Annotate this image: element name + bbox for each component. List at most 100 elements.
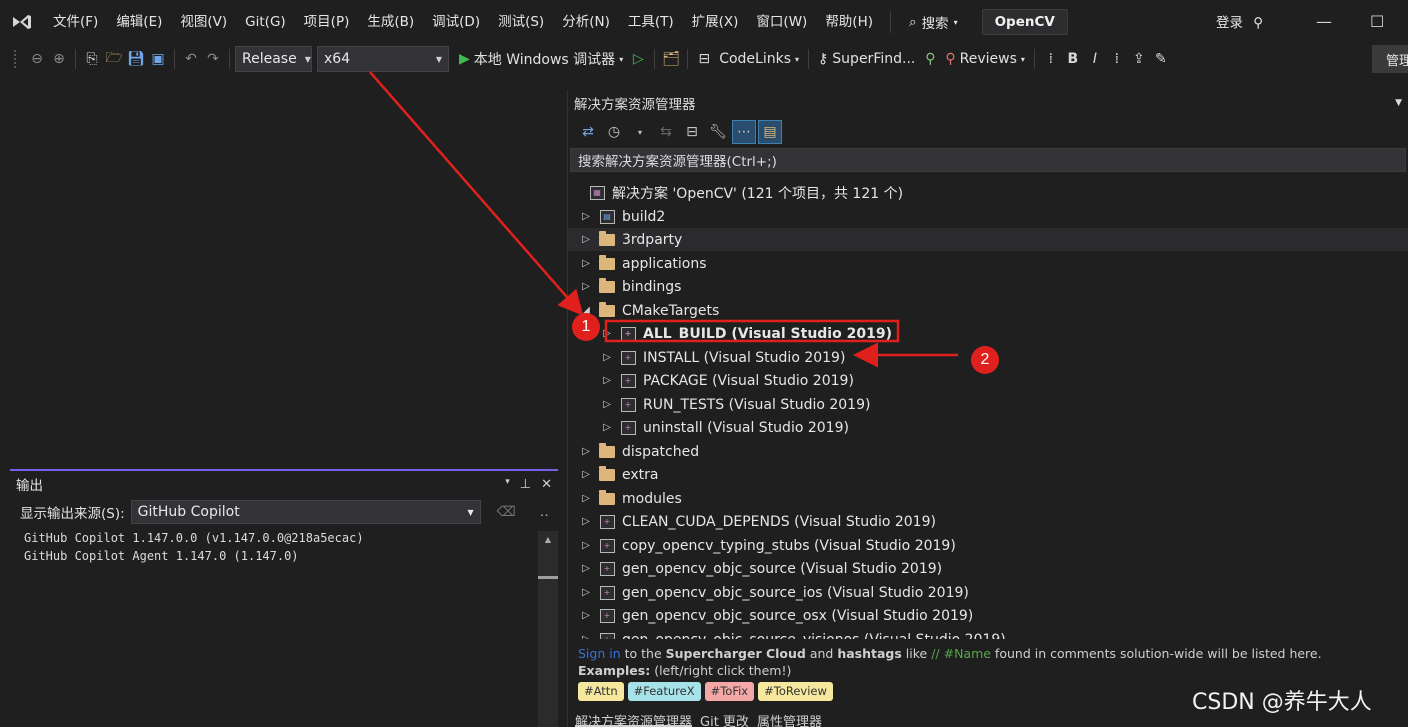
- tree-item[interactable]: ▷ + CLEAN_CUDA_DEPENDS (Visual Studio 2019…: [568, 510, 1408, 533]
- pin-icon[interactable]: ⊥: [520, 477, 531, 492]
- menu-item[interactable]: 生成(B): [358, 0, 423, 44]
- more-options-icon[interactable]: ⁞: [1106, 48, 1128, 70]
- layout-icon[interactable]: ⊟: [693, 48, 715, 70]
- window-position-icon[interactable]: ▼: [1395, 98, 1402, 108]
- tree-item[interactable]: ▷ + gen_opencv_objc_source_ios (Visual Stu…: [568, 581, 1408, 604]
- output-source-dropdown[interactable]: GitHub Copilot ▼: [130, 500, 481, 524]
- collapsed-chevron-icon[interactable]: ▷: [578, 563, 594, 574]
- hashtag-example[interactable]: #ToFix: [704, 682, 755, 701]
- start-debugging-button[interactable]: ▶ 本地 Windows 调试器 ▾: [455, 49, 627, 69]
- tree-item[interactable]: ▷+gen_opencv_objc_source_visionos (Visua…: [568, 628, 1408, 639]
- solution-root[interactable]: ▦ 解决方案 'OpenCV' (121 个项目，共 121 个): [568, 181, 1408, 204]
- signin-link[interactable]: Sign in: [578, 646, 621, 661]
- panel-tab[interactable]: 解决方案资源管理器: [575, 711, 693, 727]
- menu-item[interactable]: Git(G): [236, 0, 295, 44]
- collapsed-chevron-icon[interactable]: ▷: [578, 540, 594, 551]
- menu-item[interactable]: 项目(P): [295, 0, 359, 44]
- clear-output-icon[interactable]: ⌫: [497, 504, 516, 520]
- collapsed-chevron-icon[interactable]: ▷: [578, 610, 594, 621]
- tree-item[interactable]: ◢ CMakeTargets: [568, 299, 1408, 322]
- open-folder-icon[interactable]: 🗁: [103, 48, 125, 70]
- collapsed-chevron-icon[interactable]: ▷: [578, 258, 594, 269]
- undo-icon[interactable]: ↶: [180, 48, 202, 70]
- more-options-icon[interactable]: ‥: [540, 504, 549, 520]
- tree-item[interactable]: ▷ dispatched: [568, 440, 1408, 463]
- sync-icon[interactable]: ⇆: [654, 120, 678, 144]
- reviews-button[interactable]: ⚲ Reviews ▾: [941, 51, 1029, 67]
- collapsed-chevron-icon[interactable]: ▷: [578, 234, 594, 245]
- collapsed-chevron-icon[interactable]: ▷: [578, 211, 594, 222]
- preview-selected-icon[interactable]: ▤: [758, 120, 782, 144]
- collapse-all-icon[interactable]: ⊟: [680, 120, 704, 144]
- start-without-debugging-icon[interactable]: ▷: [627, 48, 649, 70]
- tree-item[interactable]: ▷ ▤ build2: [568, 205, 1408, 228]
- tree-item[interactable]: ▷ bindings: [568, 275, 1408, 298]
- close-icon[interactable]: ✕: [541, 477, 552, 492]
- visual-studio-logo-icon[interactable]: [0, 0, 44, 44]
- hashtag-example[interactable]: #ToReview: [758, 682, 833, 701]
- scroll-up-icon[interactable]: ▲: [538, 535, 558, 544]
- italic-icon[interactable]: I: [1084, 48, 1106, 70]
- menu-item[interactable]: 文件(F): [44, 0, 107, 44]
- menu-item[interactable]: 测试(S): [489, 0, 553, 44]
- more-options-icon[interactable]: ⁞: [1040, 48, 1062, 70]
- toolbar-grip[interactable]: [14, 50, 18, 68]
- bold-icon[interactable]: B: [1062, 48, 1084, 70]
- tree-item[interactable]: ▷ + uninstall (Visual Studio 2019): [568, 416, 1408, 439]
- solution-folder-icon[interactable]: 🗂: [660, 48, 682, 70]
- solution-name-badge[interactable]: OpenCV: [981, 9, 1068, 35]
- superfind-button[interactable]: ⚷ SuperFind...: [814, 51, 919, 67]
- tree-item[interactable]: ▷ + gen_opencv_objc_source (Visual Studio …: [568, 557, 1408, 580]
- redo-icon[interactable]: ↷: [202, 48, 224, 70]
- minimize-icon[interactable]: —: [1316, 12, 1332, 31]
- tree-item[interactable]: ▷ modules: [568, 487, 1408, 510]
- collapsed-chevron-icon[interactable]: ▷: [578, 516, 594, 527]
- tree-item[interactable]: ▷ + copy_opencv_typing_stubs (Visual Studi…: [568, 534, 1408, 557]
- maximize-icon[interactable]: ☐: [1370, 12, 1384, 31]
- switch-views-icon[interactable]: ⇄: [576, 120, 600, 144]
- hashtag-example[interactable]: #Attn: [578, 682, 624, 701]
- collapsed-chevron-icon[interactable]: ▷: [578, 469, 594, 480]
- signin-button[interactable]: 登录 ⚲: [1216, 11, 1263, 31]
- properties-wrench-icon[interactable]: 🔧︎: [706, 120, 730, 144]
- new-project-icon[interactable]: ⎘: [81, 48, 103, 70]
- manage-button[interactable]: 管理: [1372, 45, 1408, 73]
- menu-item[interactable]: 视图(V): [171, 0, 236, 44]
- menu-item[interactable]: 编辑(E): [107, 0, 171, 44]
- menu-item[interactable]: 扩展(X): [683, 0, 748, 44]
- save-all-icon[interactable]: ▣: [147, 48, 169, 70]
- menu-item[interactable]: 窗口(W): [747, 0, 816, 44]
- solution-explorer-search-input[interactable]: 搜索解决方案资源管理器(Ctrl+;): [570, 148, 1406, 172]
- scrollbar-thumb[interactable]: [538, 576, 558, 579]
- collapsed-chevron-icon[interactable]: ▷: [599, 375, 615, 386]
- window-position-icon[interactable]: ▾: [505, 477, 510, 492]
- review-add-icon[interactable]: ⚲: [919, 48, 941, 70]
- hashtag-example[interactable]: #FeatureX: [627, 682, 701, 701]
- save-icon[interactable]: 💾︎: [125, 48, 147, 70]
- feedback-icon[interactable]: ✎: [1150, 48, 1172, 70]
- menu-item[interactable]: 调试(D): [423, 0, 489, 44]
- codelinks-button[interactable]: CodeLinks ▾: [715, 51, 803, 67]
- menu-item[interactable]: 工具(T): [619, 0, 683, 44]
- platform-dropdown[interactable]: x64 ▼: [317, 46, 449, 72]
- collapsed-chevron-icon[interactable]: ▷: [578, 493, 594, 504]
- show-all-files-icon[interactable]: ⋯: [732, 120, 756, 144]
- share-icon[interactable]: ⇪: [1128, 48, 1150, 70]
- output-scrollbar[interactable]: ▲: [538, 531, 558, 727]
- menu-item[interactable]: 帮助(H): [816, 0, 882, 44]
- tree-item[interactable]: ▷ + ALL_BUILD (Visual Studio 2019): [568, 322, 1408, 345]
- tree-item[interactable]: ▷ applications: [568, 252, 1408, 275]
- configuration-dropdown[interactable]: Release ▼: [235, 46, 312, 72]
- search-button[interactable]: ⌕ 搜索 ▾: [899, 12, 968, 32]
- tree-item[interactable]: ▷ + gen_opencv_objc_source_osx (Visual Stu…: [568, 604, 1408, 627]
- collapsed-chevron-icon[interactable]: ▷: [599, 352, 615, 363]
- collapsed-chevron-icon[interactable]: ▷: [578, 587, 594, 598]
- collapsed-chevron-icon[interactable]: ▷: [599, 399, 615, 410]
- menu-item[interactable]: 分析(N): [553, 0, 619, 44]
- panel-tab[interactable]: 属性管理器: [757, 711, 822, 727]
- collapsed-chevron-icon[interactable]: ▷: [578, 446, 594, 457]
- navigate-forward-icon[interactable]: ⊕: [48, 48, 70, 70]
- collapsed-chevron-icon[interactable]: ▷: [599, 328, 615, 339]
- history-icon[interactable]: ◷: [602, 120, 626, 144]
- navigate-back-icon[interactable]: ⊖: [26, 48, 48, 70]
